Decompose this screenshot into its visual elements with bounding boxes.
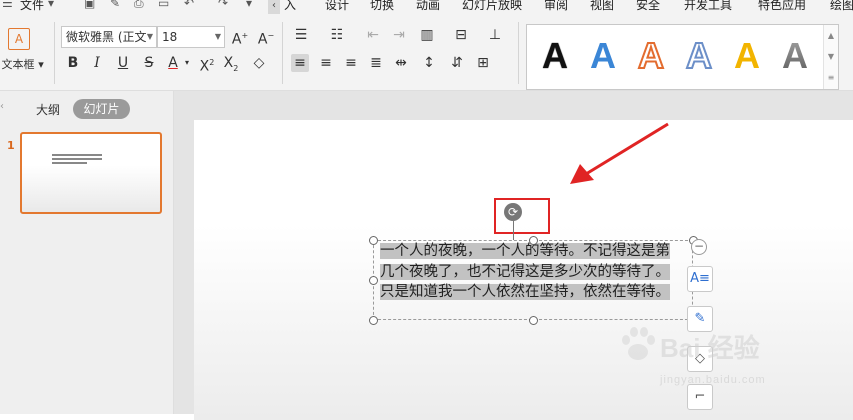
tab-design[interactable]: 设计 [325,0,349,13]
text-box[interactable]: 一个人的夜晚，一个人的等待。不记得这是第几个夜晚了，也不记得这是多少次的等待了。… [373,240,693,320]
art-text-style-orange-outline[interactable]: A [631,33,671,79]
collapse-pane-icon[interactable]: ‹ [0,101,4,112]
customize-icon[interactable]: ▾ [246,0,252,10]
textbox-icon[interactable]: A [8,28,30,50]
subscript-icon[interactable]: X2 [222,54,240,73]
text-box-content[interactable]: 一个人的夜晚，一个人的等待。不记得这是第几个夜晚了，也不记得这是多少次的等待了。… [380,241,680,303]
expand-gallery-icon[interactable]: ≡ [824,67,838,88]
decrease-indent-icon[interactable]: ⇤ [364,26,382,44]
chevron-up-icon[interactable]: ▲ [824,25,838,46]
separator [282,22,283,84]
underline-icon[interactable]: U [114,54,132,72]
numbered-list-icon[interactable]: ☷ [328,26,346,44]
distributed-icon[interactable]: ⇹ [392,54,410,72]
tab-outline[interactable]: 大纲 [36,101,60,118]
paw-logo-icon [622,327,655,360]
tab-drawing[interactable]: 绘图 [830,0,853,13]
columns-icon[interactable]: ▥ [418,26,436,44]
strikethrough-icon[interactable]: S [140,54,158,72]
tab-transition[interactable]: 切换 [370,0,394,13]
font-size-value: 18 [162,30,178,44]
separator [518,22,519,84]
menu-file[interactable]: 文件 [20,0,44,13]
art-text-gallery: A A A A A A ▲ ▼ ≡ [526,24,839,90]
chevron-down-icon: ▼ [214,32,221,41]
art-text-style-blue[interactable]: A [583,33,623,79]
tab-scroll-left-button[interactable]: ‹ [268,0,280,14]
chevron-down-icon[interactable]: ▾ [36,56,46,74]
redo-icon[interactable]: ↷ [218,0,228,10]
ribbon-toolbar: A 文本框 ▾ 微软雅黑 (正文 ▼ 18 ▼ A+ A− B I U S A … [0,14,853,91]
format-painter-icon[interactable]: ✎ [110,0,120,10]
decrease-font-icon[interactable]: A− [257,27,275,49]
selected-text[interactable]: 一个人的夜晚，一个人的等待。不记得这是第几个夜晚了，也不记得这是多少次的等待了。… [380,243,670,300]
gallery-scrollbar[interactable]: ▲ ▼ ≡ [823,25,838,89]
red-arrow-annotation [570,122,669,184]
increase-font-icon[interactable]: A+ [231,27,249,49]
tab-animation[interactable]: 动画 [416,0,440,13]
font-family-value: 微软雅黑 (正文 [66,30,147,44]
tab-slides[interactable]: 幻灯片 [73,99,130,119]
chevron-down-icon[interactable]: ▼ [824,46,838,67]
slide-thumbnail[interactable] [20,132,162,214]
textbox-button-label[interactable]: 文本框 [0,56,36,74]
italic-icon[interactable]: I [88,54,106,72]
print-icon[interactable]: ⎙ [134,0,144,11]
menu-bar: ☰ 文件 ▾ ▣ ✎ ⎙ ▭ ↶ ↷ ▾ ‹ 入 设计 切换 动画 幻灯片放映 … [0,0,853,14]
rotate-icon[interactable]: ⟳ [504,203,522,221]
art-text-style-black[interactable]: A [535,33,575,79]
resize-handle-top-left[interactable] [369,236,378,245]
watermark-url: jingyan.baidu.com [660,374,766,386]
resize-handle-top[interactable] [529,236,538,245]
slide-number: 1 [7,139,15,152]
thumbnail-text-preview [52,154,102,164]
rotation-handle-highlight [494,198,550,234]
art-text-style-blue-outline[interactable]: A [679,33,719,79]
text-direction-icon[interactable]: ⊟ [452,26,470,44]
tab-security[interactable]: 安全 [636,0,660,13]
watermark-brand: Bai 经验 [660,333,760,363]
font-size-select[interactable]: 18 ▼ [157,26,225,48]
tab-view[interactable]: 视图 [590,0,614,13]
art-text-style-yellow[interactable]: A [727,33,767,79]
slide-navigation-pane: ‹ 大纲 幻灯片 1 [0,91,174,414]
tab-developer[interactable]: 开发工具 [684,0,732,13]
superscript-icon[interactable]: X2 [198,54,216,75]
art-text-style-gray-gradient[interactable]: A [775,33,815,79]
resize-handle-bottom[interactable] [529,316,538,325]
watermark: Bai 经验 jingyan.baidu.com [620,318,820,398]
resize-handle-bottom-left[interactable] [369,316,378,325]
align-center-icon[interactable]: ≡ [317,54,335,72]
bullet-list-icon[interactable]: ☰ [292,26,310,44]
more-paragraph-icon[interactable]: ⊞ [474,54,492,72]
chevron-down-icon[interactable]: ▾ [182,54,192,72]
font-family-select[interactable]: 微软雅黑 (正文 ▼ [61,26,157,48]
save-icon[interactable]: ▣ [84,0,95,10]
bold-icon[interactable]: B [64,54,82,72]
align-right-icon[interactable]: ≡ [342,54,360,72]
collapse-toolbar-button[interactable]: − [691,239,707,255]
rotation-handle-stem [513,221,514,240]
menu-icon[interactable]: ☰ [2,0,13,10]
align-text-icon[interactable]: ⊥ [486,26,504,44]
eraser-icon[interactable]: ◇ [250,54,268,72]
font-color-icon[interactable]: A [164,54,182,72]
print-preview-icon[interactable]: ▭ [158,0,169,10]
tab-slideshow[interactable]: 幻灯片放映 [462,0,522,13]
align-left-icon[interactable]: ≡ [291,54,309,72]
paragraph-spacing-icon[interactable]: ⇵ [448,54,466,72]
justify-icon[interactable]: ≣ [367,54,385,72]
tab-insert[interactable]: 入 [284,0,296,13]
chevron-down-icon: ▼ [146,32,153,41]
tab-review[interactable]: 审阅 [544,0,568,13]
line-spacing-icon[interactable]: ↕ [420,54,438,72]
tab-special-apps[interactable]: 特色应用 [758,0,806,13]
text-format-icon[interactable]: A≡ [687,266,713,292]
resize-handle-left[interactable] [369,276,378,285]
separator [54,22,55,84]
undo-icon[interactable]: ↶ [184,0,194,10]
increase-indent-icon[interactable]: ⇥ [390,26,408,44]
chevron-down-icon[interactable]: ▾ [48,0,54,10]
